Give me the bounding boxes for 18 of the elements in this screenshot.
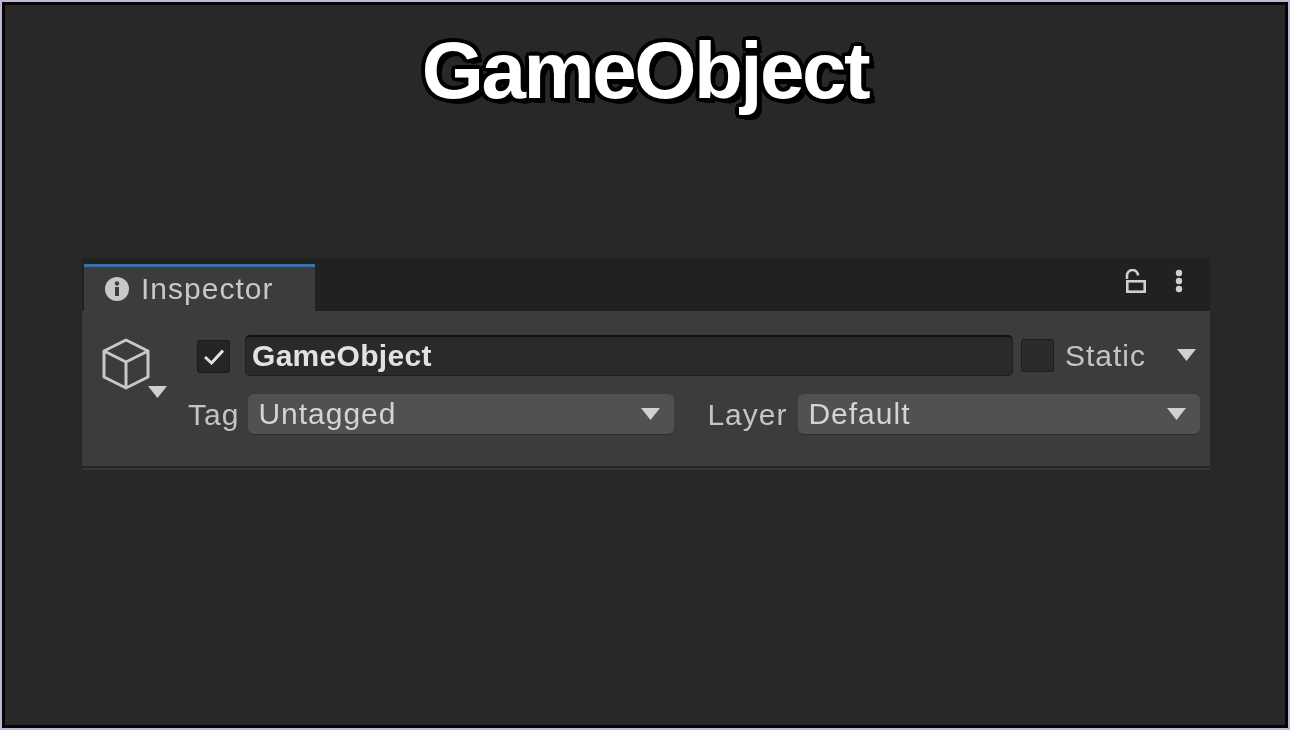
lock-icon[interactable] bbox=[1125, 268, 1147, 293]
caret-icon bbox=[641, 407, 661, 421]
more-options-icon[interactable] bbox=[1175, 268, 1183, 293]
caret-icon[interactable] bbox=[148, 386, 167, 399]
field-label: Tag bbox=[188, 397, 240, 433]
checkbox[interactable] bbox=[1021, 339, 1054, 372]
dropdown[interactable]: Default bbox=[798, 394, 1200, 435]
caret-icon bbox=[1167, 407, 1186, 421]
field-label: Layer bbox=[707, 397, 788, 433]
checkbox[interactable] bbox=[197, 340, 230, 373]
caret-icon[interactable] bbox=[1177, 349, 1196, 362]
static-label: Static bbox=[1065, 338, 1147, 374]
checkmark-icon bbox=[203, 348, 224, 365]
dropdown[interactable]: Untagged bbox=[248, 394, 675, 435]
inspector-tab[interactable]: Inspector bbox=[84, 264, 315, 311]
name-field[interactable]: GameObject bbox=[245, 335, 1013, 376]
info-icon bbox=[105, 277, 129, 301]
cube-icon[interactable] bbox=[102, 338, 150, 390]
